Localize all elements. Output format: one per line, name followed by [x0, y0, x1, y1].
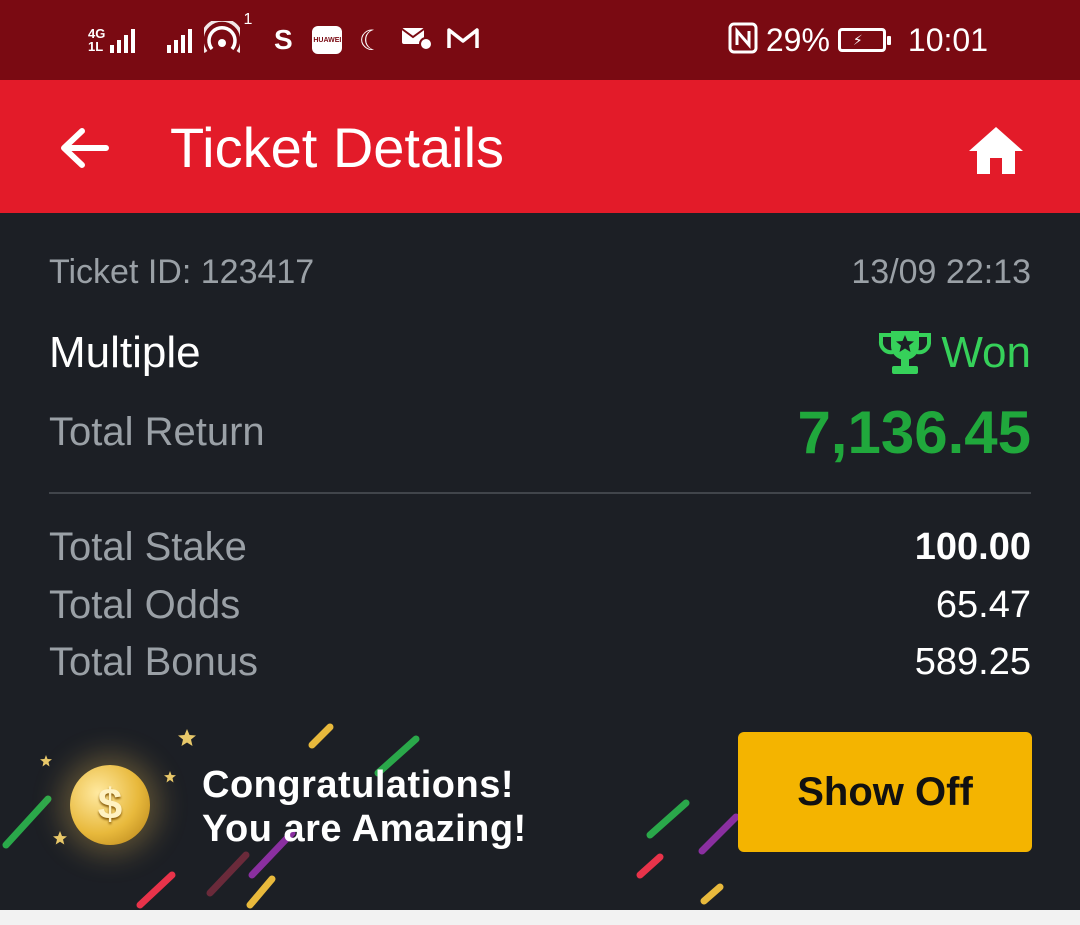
total-bonus-value: 589.25 — [914, 641, 1031, 683]
total-bonus-label: Total Bonus — [49, 640, 259, 684]
status-bar-right: 29% ⚡ 10:01 — [728, 18, 988, 62]
congrats-line-2: You are Amazing! — [202, 808, 527, 850]
congrats-line-1: Congratulations! — [202, 764, 514, 806]
coin-icon: $ — [70, 765, 150, 845]
ticket-status-text: Won — [941, 328, 1031, 377]
battery-percent: 29% — [765, 21, 830, 58]
total-stake-row: Total Stake 100.00 — [49, 525, 1031, 570]
ticket-date: 13/09 22:13 — [851, 253, 1031, 291]
page-title: Ticket Details — [170, 116, 505, 179]
battery-icon: ⚡ — [837, 28, 891, 52]
total-stake-value: 100.00 — [914, 526, 1031, 568]
nfc-icon — [728, 22, 758, 59]
clock: 10:01 — [907, 21, 988, 58]
sportybet-icon: S — [274, 24, 293, 55]
signal-bars-icon-2 — [167, 27, 193, 53]
total-odds-row: Total Odds 65.47 — [49, 583, 1031, 628]
total-odds-value: 65.47 — [935, 584, 1031, 626]
huawei-icon: HUAWEI — [312, 26, 343, 54]
home-button[interactable] — [962, 122, 1030, 178]
signal-bars-icon — [110, 27, 136, 53]
ticket-id: Ticket ID: 123417 — [49, 253, 315, 291]
network-sub-label: 1L — [88, 39, 104, 54]
congrats-banner: $ Congratulations! You are Amazing! Show… — [0, 715, 1080, 910]
total-return-value: 7,136.45 — [797, 399, 1031, 466]
ticket-status: Won — [877, 328, 1031, 378]
ticket-type-row: Multiple Won — [49, 328, 1031, 378]
arrow-left-icon — [61, 128, 109, 168]
ticket-header-row: Ticket ID: 123417 13/09 22:13 — [49, 253, 1031, 292]
gmail-icon — [446, 24, 480, 57]
show-off-button[interactable]: Show Off — [738, 732, 1032, 852]
trophy-icon — [879, 331, 932, 374]
total-odds-label: Total Odds — [49, 583, 241, 627]
mail-settings-icon — [400, 24, 434, 57]
total-return-row: Total Return 7,136.45 — [49, 398, 1031, 467]
congrats-text: Congratulations! You are Amazing! — [202, 763, 527, 851]
mobile-signal-4g: 4G 1L — [88, 27, 136, 54]
app-bar: Ticket Details — [0, 80, 1080, 213]
home-icon — [969, 127, 1023, 174]
total-bonus-row: Total Bonus 589.25 — [49, 640, 1031, 685]
hotspot-icon: 1 — [200, 11, 252, 60]
moon-icon: ☾ — [358, 24, 384, 56]
status-bar-left: 4G 1L 1 S HUAWEI ☾ — [88, 11, 480, 62]
hotspot-count: 1 — [243, 10, 253, 28]
divider — [49, 492, 1031, 494]
back-button[interactable] — [52, 120, 116, 176]
status-bar: 4G 1L 1 S HUAWEI ☾ 29% ⚡ 10:01 — [0, 0, 1080, 80]
ticket-type: Multiple — [49, 328, 201, 377]
bottom-strip — [0, 910, 1080, 925]
total-return-label: Total Return — [49, 410, 265, 454]
total-stake-label: Total Stake — [49, 525, 247, 569]
